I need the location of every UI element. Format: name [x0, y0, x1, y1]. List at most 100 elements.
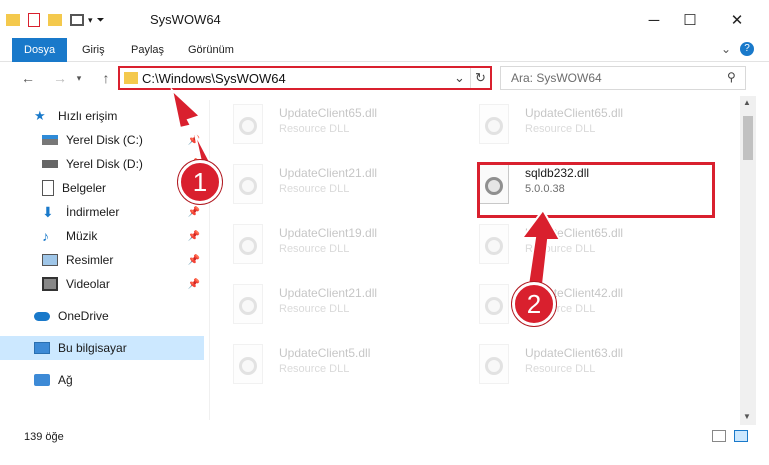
- recent-button[interactable]: ▾: [72, 68, 86, 88]
- gear-icon: [239, 357, 257, 375]
- vertical-scrollbar[interactable]: ▲ ▼: [740, 96, 756, 426]
- dll-file-icon: [479, 224, 509, 264]
- maximize-icon: ☐: [683, 12, 697, 29]
- tab-dosya[interactable]: Dosya: [12, 38, 68, 62]
- cloud-icon: [34, 311, 50, 321]
- sidebar-item-documents[interactable]: Belgeler 📌: [0, 176, 204, 200]
- file-item[interactable]: UpdateClient63.dll Resource DLL: [461, 336, 701, 396]
- dll-file-icon: [479, 344, 509, 384]
- file-item[interactable]: UpdateClient65.dll Resource DLL: [215, 96, 455, 156]
- dll-file-icon: [233, 284, 263, 324]
- up-button[interactable]: ↑: [94, 68, 118, 88]
- gear-icon: [239, 297, 257, 315]
- arrow-right-icon: →: [53, 70, 67, 86]
- chevron-down-icon[interactable]: ▼: [743, 412, 751, 421]
- sidebar-item-onedrive[interactable]: OneDrive: [0, 304, 204, 328]
- search-icon: ⚲: [727, 70, 736, 84]
- properties-icon[interactable]: [28, 13, 40, 27]
- sidebar-item-downloads[interactable]: ⬇ İndirmeler 📌: [0, 200, 204, 224]
- large-icons-view-icon[interactable]: [734, 430, 748, 442]
- file-item[interactable]: UpdateClient19.dll Resource DLL: [215, 216, 455, 276]
- folder-icon: [124, 72, 138, 84]
- close-button[interactable]: ✕: [714, 0, 760, 40]
- callout-two: 2: [512, 282, 556, 326]
- sidebar-item-pictures[interactable]: Resimler 📌: [0, 248, 204, 272]
- videos-icon: [42, 277, 58, 291]
- folder-icon[interactable]: [6, 14, 20, 26]
- file-item[interactable]: UpdateClient65.dll Resource DLL: [461, 96, 701, 156]
- quick-access-toolbar: ▾ ⏷: [6, 10, 105, 30]
- dll-file-icon: [479, 104, 509, 144]
- file-item[interactable]: UpdateClient21.dll Resource DLL: [215, 276, 455, 336]
- chevron-down-icon[interactable]: ⌄: [721, 42, 731, 56]
- item-count: 139 öğe: [24, 431, 64, 443]
- chevron-down-icon: ▾: [76, 72, 82, 83]
- highlight-box: [477, 162, 715, 218]
- chevron-up-icon[interactable]: ▲: [743, 98, 751, 107]
- pin-icon[interactable]: 📌: [188, 207, 200, 218]
- gear-icon: [485, 297, 503, 315]
- tab-gorunum[interactable]: Görünüm: [188, 38, 234, 62]
- file-item[interactable]: UpdateClient5.dll Resource DLL: [215, 336, 455, 396]
- star-icon: ★: [34, 108, 46, 123]
- gear-icon: [485, 237, 503, 255]
- computer-icon: [34, 342, 50, 354]
- back-button[interactable]: ←: [16, 68, 40, 88]
- gear-icon: [239, 117, 257, 135]
- chevron-down-icon[interactable]: ⌄: [454, 70, 465, 86]
- dll-file-icon: [233, 164, 263, 204]
- address-path: C:\Windows\SysWOW64: [142, 71, 286, 86]
- callout-one: 1: [178, 160, 222, 204]
- help-icon[interactable]: ?: [740, 42, 754, 56]
- dll-file-icon: [479, 284, 509, 324]
- gear-icon: [485, 117, 503, 135]
- dll-file-icon: [233, 224, 263, 264]
- documents-icon: [42, 180, 54, 196]
- sidebar-item-this-pc[interactable]: Bu bilgisayar: [0, 336, 204, 360]
- search-placeholder: Ara: SysWOW64: [511, 71, 602, 85]
- file-item[interactable]: UpdateClient65.dll Resource DLL: [461, 216, 701, 276]
- window-title: SysWOW64: [150, 12, 221, 27]
- file-item[interactable]: UpdateClient21.dll Resource DLL: [215, 156, 455, 216]
- forward-button[interactable]: →: [48, 68, 72, 88]
- sidebar-item-quick-access[interactable]: ★ Hızlı erişim: [0, 104, 204, 128]
- details-view-icon[interactable]: [712, 430, 726, 442]
- sidebar-item-network[interactable]: Ağ: [0, 368, 204, 392]
- chevron-down-icon[interactable]: ▾: [88, 15, 93, 26]
- ribbon: Dosya Giriş Paylaş Görünüm ⌄ ?: [0, 38, 769, 62]
- sidebar-item-videos[interactable]: Videolar 📌: [0, 272, 204, 296]
- customize-toolbar-icon[interactable]: ⏷: [97, 15, 105, 26]
- pin-icon[interactable]: 📌: [188, 279, 200, 290]
- gear-icon: [239, 237, 257, 255]
- file-item[interactable]: UpdateClient42.dll Resource DLL: [461, 276, 701, 336]
- pin-icon[interactable]: 📌: [188, 135, 200, 146]
- sidebar-item-local-disk-c[interactable]: Yerel Disk (C:) 📌: [0, 128, 204, 152]
- dll-file-icon: [233, 344, 263, 384]
- gear-icon: [239, 177, 257, 195]
- arrow-left-icon: ←: [21, 70, 35, 86]
- pin-icon[interactable]: 📌: [188, 231, 200, 242]
- sidebar-item-local-disk-d[interactable]: Yerel Disk (D:) 📌: [0, 152, 204, 176]
- new-folder-icon[interactable]: [48, 14, 62, 26]
- music-icon: ♪: [42, 228, 49, 244]
- view-icon[interactable]: [70, 14, 84, 26]
- refresh-icon[interactable]: ↻: [470, 68, 490, 88]
- sidebar-item-music[interactable]: ♪ Müzik 📌: [0, 224, 204, 248]
- address-bar[interactable]: C:\Windows\SysWOW64 ⌄ ↻: [118, 66, 492, 90]
- drive-icon: [42, 160, 58, 168]
- dll-file-icon: [233, 104, 263, 144]
- search-input[interactable]: Ara: SysWOW64 ⚲: [500, 66, 746, 90]
- tab-giris[interactable]: Giriş: [82, 38, 105, 62]
- pin-icon[interactable]: 📌: [188, 255, 200, 266]
- download-icon: ⬇: [42, 204, 54, 220]
- status-bar: 139 öğe: [0, 425, 769, 449]
- file-list: UpdateClient65.dll Resource DLL UpdateCl…: [215, 96, 740, 426]
- scrollbar-thumb[interactable]: [743, 116, 753, 160]
- navigation-pane: ★ Hızlı erişim Yerel Disk (C:) 📌 Yerel D…: [0, 100, 210, 420]
- title-bar: ▾ ⏷ SysWOW64 ─ ☐ ✕: [0, 0, 769, 40]
- arrow-up-icon: ↑: [102, 70, 110, 86]
- pictures-icon: [42, 254, 58, 266]
- gear-icon: [485, 357, 503, 375]
- maximize-button[interactable]: ☐: [667, 0, 713, 40]
- tab-paylas[interactable]: Paylaş: [131, 38, 164, 62]
